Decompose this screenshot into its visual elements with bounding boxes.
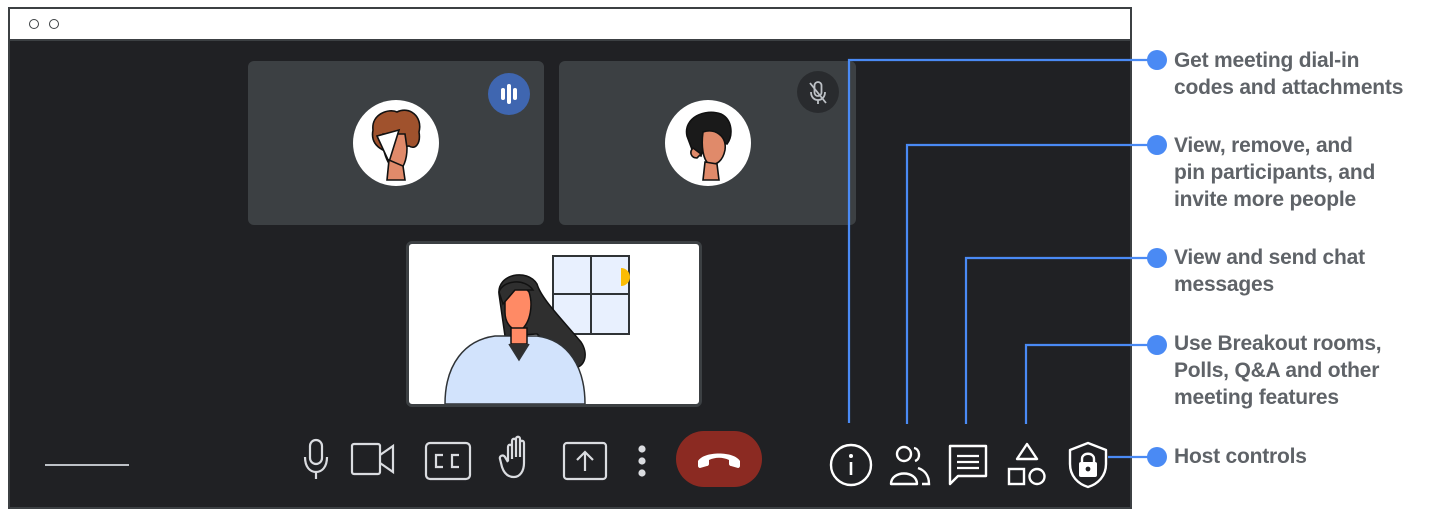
- meeting-window: [8, 7, 1132, 509]
- mic-off-icon: [797, 71, 839, 113]
- callout-bullet: [1147, 335, 1167, 355]
- raise-hand-icon[interactable]: [498, 435, 538, 481]
- callout-activities: Use Breakout rooms, Polls, Q&A and other…: [1174, 332, 1382, 409]
- callout-bullet: [1147, 447, 1167, 467]
- participant-avatar-curly-hair: [353, 100, 439, 186]
- participant-tile[interactable]: [559, 61, 856, 225]
- window-dot-icon[interactable]: [29, 19, 39, 29]
- callout-people: View, remove, and pin participants, and …: [1174, 134, 1376, 211]
- camera-icon[interactable]: [350, 441, 396, 477]
- info-icon[interactable]: [828, 442, 874, 488]
- self-view-tile[interactable]: [406, 241, 702, 407]
- host-controls-shield-icon[interactable]: [1066, 440, 1110, 490]
- closed-captions-icon[interactable]: [424, 441, 472, 481]
- participant-tile[interactable]: [248, 61, 544, 225]
- people-icon[interactable]: [888, 442, 932, 488]
- callout-bullet: [1147, 135, 1167, 155]
- self-view-illustration: [444, 255, 630, 404]
- callout-bullet: [1147, 248, 1167, 268]
- activities-icon[interactable]: [1006, 441, 1048, 489]
- window-dot-icon[interactable]: [49, 19, 59, 29]
- divider-line: [45, 464, 129, 466]
- hang-up-icon: [698, 453, 740, 468]
- microphone-icon[interactable]: [298, 437, 334, 481]
- more-vert-icon[interactable]: [630, 441, 654, 481]
- callout-meeting-details: Get meeting dial-in codes and attachment…: [1174, 49, 1404, 99]
- chat-icon[interactable]: [946, 442, 990, 488]
- participant-avatar-dark-hair: [665, 100, 751, 186]
- leave-call-button[interactable]: [676, 431, 762, 487]
- window-titlebar: [10, 9, 1130, 41]
- callout-bullet: [1147, 50, 1167, 70]
- audio-level-icon: [488, 73, 530, 115]
- callout-host-controls: Host controls: [1174, 445, 1307, 468]
- present-screen-icon[interactable]: [562, 441, 608, 481]
- callout-chat: View and send chat messages: [1174, 246, 1365, 296]
